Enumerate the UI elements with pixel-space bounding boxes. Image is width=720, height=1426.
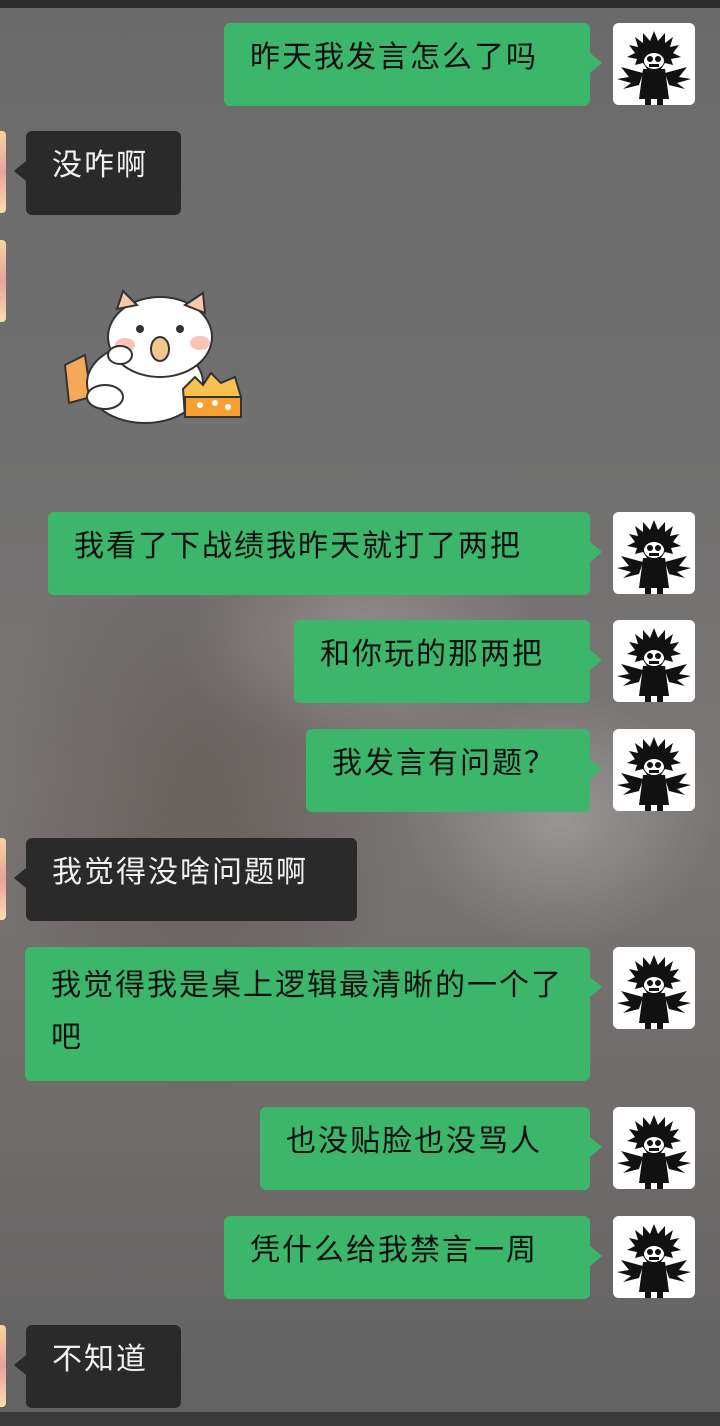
self-avatar-icon[interactable] [613, 947, 695, 1029]
cat-eating-cake-sticker[interactable] [45, 285, 255, 435]
self-avatar-icon[interactable] [613, 620, 695, 702]
other-avatar-icon[interactable] [0, 838, 6, 920]
message-bubble-outgoing[interactable]: 和你玩的那两把 [294, 620, 602, 703]
other-avatar-icon[interactable] [0, 1325, 6, 1407]
message-bubble-incoming[interactable]: 我觉得没啥问题啊 [14, 838, 357, 921]
message-bubble-outgoing[interactable]: 我看了下战绩我昨天就打了两把 [48, 512, 602, 595]
status-bar-edge [0, 0, 720, 8]
message-bubble-outgoing[interactable]: 我觉得我是桌上逻辑最清晰的一个了吧 [25, 947, 602, 1081]
message-bubble-outgoing[interactable]: 昨天我发言怎么了吗 [224, 23, 602, 106]
self-avatar-icon[interactable] [613, 1216, 695, 1298]
message-bubble-outgoing[interactable]: 凭什么给我禁言一周 [224, 1216, 602, 1299]
self-avatar-icon[interactable] [613, 1107, 695, 1189]
message-bubble-incoming[interactable]: 没咋啊 [14, 131, 181, 215]
message-bubble-outgoing[interactable]: 我发言有问题？ [306, 729, 602, 812]
message-bubble-outgoing[interactable]: 也没贴脸也没骂人 [260, 1107, 602, 1190]
other-avatar-icon[interactable] [0, 240, 6, 322]
self-avatar-icon[interactable] [613, 729, 695, 811]
self-avatar-icon[interactable] [613, 23, 695, 105]
bottom-bar-edge [0, 1412, 720, 1426]
self-avatar-icon[interactable] [613, 512, 695, 594]
other-avatar-icon[interactable] [0, 131, 6, 213]
message-bubble-incoming[interactable]: 不知道 [14, 1325, 181, 1408]
